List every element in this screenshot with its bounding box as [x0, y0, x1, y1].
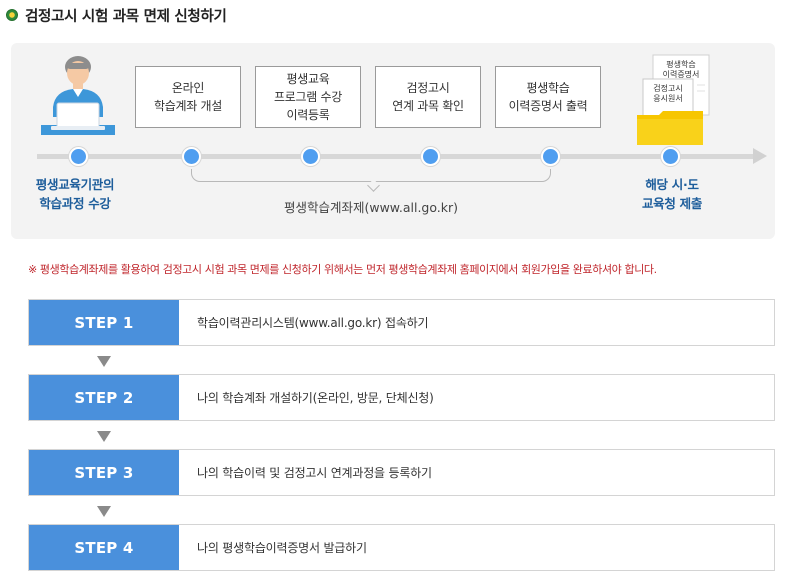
down-arrow-icon — [97, 356, 111, 367]
page-title-row: 검정고시 시험 과목 면제 신청하기 — [6, 5, 227, 25]
step-row-1: STEP 1 학습이력관리시스템(www.all.go.kr) 접속하기 — [28, 299, 775, 346]
account-system-label: 평생학습계좌제(www.all.go.kr) — [283, 200, 459, 215]
process-box-account-open: 온라인 학습계좌 개설 — [135, 66, 241, 128]
timeline-dot-6 — [661, 147, 680, 166]
title-bullet-icon — [6, 9, 18, 21]
step-description: 나의 평생학습이력증명서 발급하기 — [197, 541, 367, 555]
page-title: 검정고시 시험 과목 면제 신청하기 — [25, 8, 227, 25]
process-box-certificate-print: 평생학습 이력증명서 출력 — [495, 66, 601, 128]
timeline-dot-1 — [69, 147, 88, 166]
step-row-4: STEP 4 나의 평생학습이력증명서 발급하기 — [28, 524, 775, 571]
process-box-subject-check: 검정고시 연계 과목 확인 — [375, 66, 481, 128]
timeline-dot-3 — [301, 147, 320, 166]
documents-folder-icon: 평생학습 이력증명서 검정고시 응시원서 — [637, 54, 710, 145]
doc-back-title: 평생학습 — [666, 59, 695, 69]
timeline-arrow-icon — [753, 148, 767, 164]
process-box-program-register: 평생교육 프로그램 수강 이력등록 — [255, 66, 361, 128]
step-row-3: STEP 3 나의 학습이력 및 검정고시 연계과정을 등록하기 — [28, 449, 775, 496]
step-label: STEP 4 — [29, 525, 179, 570]
timeline-dot-5 — [541, 147, 560, 166]
step-row-2: STEP 2 나의 학습계좌 개설하기(온라인, 방문, 단체신청) — [28, 374, 775, 421]
step-description: 학습이력관리시스템(www.all.go.kr) 접속하기 — [197, 316, 429, 330]
down-arrow-icon — [97, 431, 111, 442]
timeline-dot-2 — [182, 147, 201, 166]
timeline-dot-4 — [421, 147, 440, 166]
end-label: 해당 시·도 교육청 제출 — [641, 177, 703, 211]
doc-front-subtitle: 응시원서 — [653, 94, 682, 103]
doc-front-title: 검정고시 — [653, 83, 682, 93]
process-timeline — [37, 154, 759, 159]
process-diagram: 온라인 학습계좌 개설 평생교육 프로그램 수강 이력등록 검정고시 연계 과목… — [11, 43, 775, 239]
step-description: 나의 학습계좌 개설하기(온라인, 방문, 단체신청) — [197, 391, 434, 405]
step-label: STEP 1 — [29, 300, 179, 345]
notice-text: ※ 평생학습계좌제를 활용하여 검정고시 시험 과목 면제를 신청하기 위해서는… — [28, 263, 657, 276]
start-label: 평생교육기관의 학습과정 수강 — [35, 177, 115, 211]
step-label: STEP 3 — [29, 450, 179, 495]
doc-back-subtitle: 이력증명서 — [663, 69, 700, 79]
step-label: STEP 2 — [29, 375, 179, 420]
step-description: 나의 학습이력 및 검정고시 연계과정을 등록하기 — [197, 466, 432, 480]
student-at-laptop-icon — [41, 56, 115, 135]
down-arrow-icon — [97, 506, 111, 517]
